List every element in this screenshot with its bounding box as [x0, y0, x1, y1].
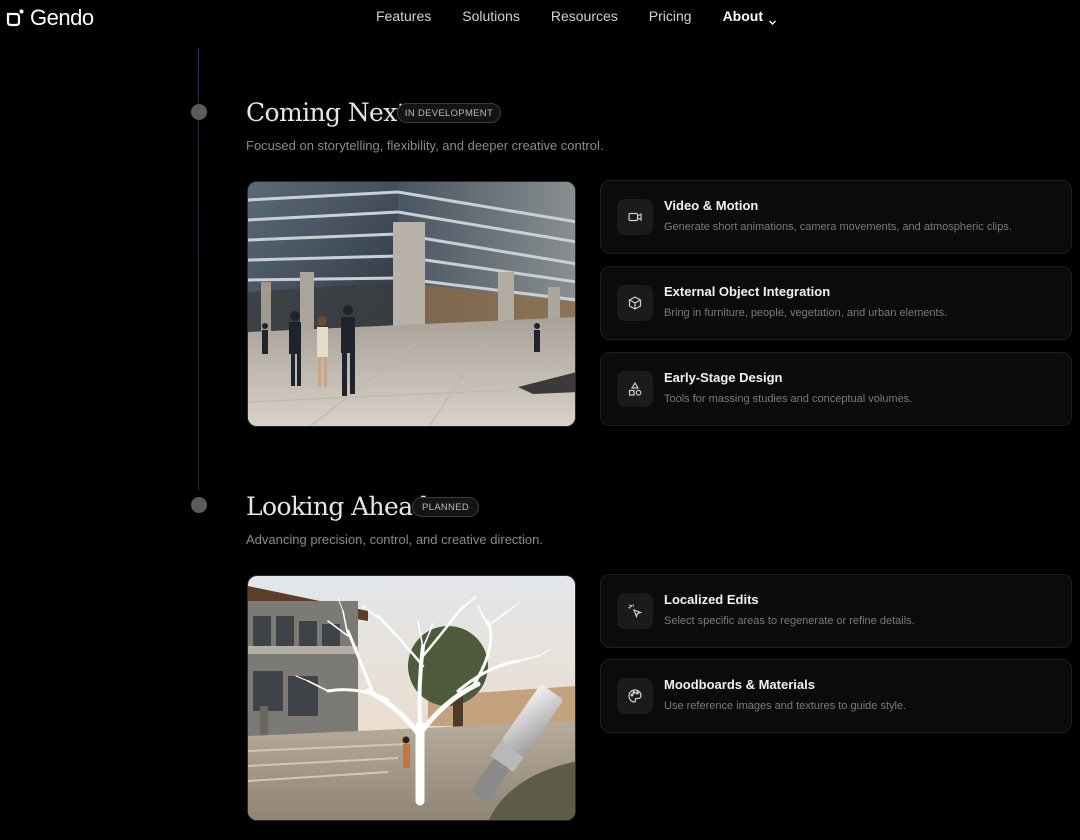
- nav-about-label: About: [722, 8, 763, 24]
- timeline-dot-coming-next: [191, 104, 207, 120]
- section-subtitle-looking-ahead: Advancing precision, control, and creati…: [246, 532, 543, 547]
- tree-edit-photo: [247, 575, 576, 821]
- feature-title: Localized Edits: [664, 592, 759, 607]
- nav-solutions[interactable]: Solutions: [462, 6, 520, 26]
- feature-card-video-motion[interactable]: Video & Motion Generate short animations…: [600, 180, 1072, 254]
- feature-title: Early-Stage Design: [664, 370, 783, 385]
- section-title-coming-next: Coming Next: [246, 98, 407, 127]
- shapes-icon: [617, 371, 653, 407]
- status-badge-in-development: IN DEVELOPMENT: [397, 103, 501, 123]
- section-title-looking-ahead: Looking Ahead: [246, 492, 429, 521]
- feature-description: Bring in furniture, people, vegetation, …: [664, 307, 948, 319]
- nav-pricing[interactable]: Pricing: [649, 6, 692, 26]
- gendo-logo-icon: [6, 9, 24, 27]
- feature-description: Use reference images and textures to gui…: [664, 700, 907, 712]
- chevron-down-icon: [768, 12, 777, 25]
- feature-card-external-object-integration[interactable]: External Object Integration Bring in fur…: [600, 266, 1072, 340]
- feature-title: Moodboards & Materials: [664, 677, 815, 692]
- office-building-photo: [247, 181, 576, 427]
- video-camera-icon: [617, 199, 653, 235]
- roadmap-page: Gendo Features Solutions Resources Prici…: [0, 0, 1080, 840]
- brand-logo[interactable]: Gendo: [6, 5, 94, 31]
- nav-links: Features Solutions Resources Pricing Abo…: [376, 6, 777, 26]
- nav-about[interactable]: About: [723, 6, 777, 26]
- feature-description: Generate short animations, camera moveme…: [664, 221, 1012, 233]
- feature-description: Select specific areas to regenerate or r…: [664, 615, 915, 627]
- cube-icon: [617, 285, 653, 321]
- section-subtitle-coming-next: Focused on storytelling, flexibility, an…: [246, 138, 604, 153]
- nav-resources[interactable]: Resources: [551, 6, 618, 26]
- top-navigation: Gendo Features Solutions Resources Prici…: [0, 0, 1080, 34]
- feature-description: Tools for massing studies and conceptual…: [664, 393, 913, 405]
- feature-card-localized-edits[interactable]: Localized Edits Select specific areas to…: [600, 574, 1072, 648]
- feature-title: External Object Integration: [664, 284, 831, 299]
- status-badge-planned: PLANNED: [412, 497, 479, 517]
- cursor-click-icon: [617, 593, 653, 629]
- feature-card-moodboards-materials[interactable]: Moodboards & Materials Use reference ima…: [600, 659, 1072, 733]
- brand-name: Gendo: [30, 5, 94, 30]
- feature-title: Video & Motion: [664, 198, 759, 213]
- timeline-dot-looking-ahead: [191, 497, 207, 513]
- nav-features[interactable]: Features: [376, 6, 431, 26]
- palette-icon: [617, 678, 653, 714]
- feature-card-early-stage-design[interactable]: Early-Stage Design Tools for massing stu…: [600, 352, 1072, 426]
